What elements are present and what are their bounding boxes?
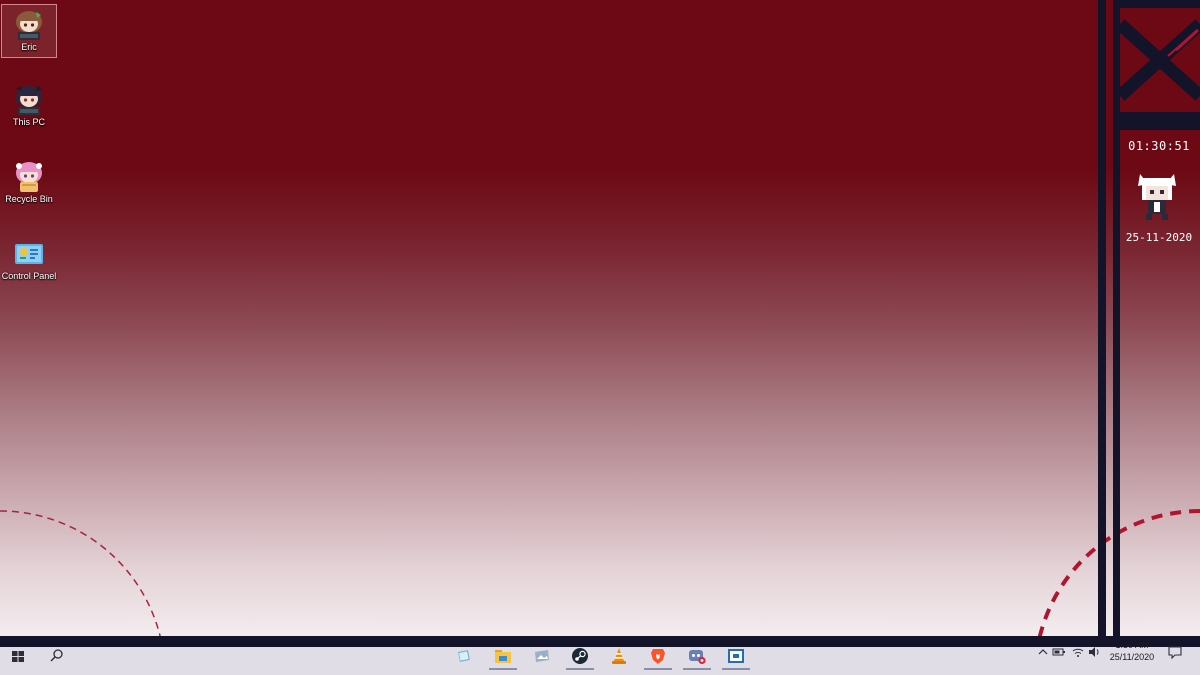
monitor-app-icon [728, 649, 744, 663]
volume-icon[interactable] [1088, 646, 1102, 658]
chevron-up-icon[interactable] [1036, 646, 1050, 658]
battery-icon[interactable] [1052, 646, 1066, 658]
taskbar-app-game-bar[interactable] [679, 642, 715, 670]
taskbar-app-brave[interactable] [640, 642, 676, 670]
tray-time: 1:30 AM [1115, 640, 1149, 650]
widget-clock: 01:30:51 [1128, 139, 1190, 153]
pixel-mascot-icon [1138, 174, 1176, 220]
vlc-icon [612, 648, 626, 664]
desktop-icon-label: Eric [21, 42, 37, 52]
taskbar-content: 1:30 AM 25/11/2020 [0, 637, 1200, 675]
tray-date: 25/11/2020 [1109, 652, 1155, 662]
control-panel-icon [15, 244, 43, 264]
windows-logo-icon [12, 651, 24, 662]
taskbar-app-steam[interactable] [562, 642, 598, 670]
wifi-icon[interactable] [1071, 646, 1085, 658]
taskbar-app-notepad[interactable] [446, 642, 482, 670]
search-button[interactable] [38, 642, 74, 670]
notification-icon[interactable] [1167, 645, 1183, 659]
desktop-icon-control-panel[interactable]: Control Panel [1, 234, 57, 288]
anime-girl-user-icon [16, 11, 42, 40]
tray-clock[interactable]: 1:30 AM 25/11/2020 [1104, 639, 1160, 663]
photos-icon [535, 650, 549, 662]
taskbar-app-photos[interactable] [524, 642, 560, 670]
notepad-icon [458, 650, 470, 662]
file-explorer-icon [495, 650, 511, 663]
search-icon [50, 649, 63, 662]
taskbar-app-monitor[interactable] [718, 642, 754, 670]
desktop[interactable]: Eric This PC Recycle Bin Control Panel 0… [0, 0, 1200, 675]
widget-date: 25-11-2020 [1125, 231, 1193, 244]
steam-icon [572, 648, 588, 664]
desktop-icon-label: Control Panel [1, 271, 57, 281]
desktop-icon-user[interactable]: Eric [1, 4, 57, 58]
taskbar-app-file-explorer[interactable] [485, 642, 521, 670]
start-button[interactable] [0, 642, 36, 670]
anime-girl-recycle-icon [16, 162, 42, 192]
wallpaper-decoration [0, 0, 1200, 675]
anime-girl-pc-icon [16, 86, 42, 115]
desktop-icon-label: This PC [12, 117, 45, 127]
taskbar-app-vlc[interactable] [601, 642, 637, 670]
desktop-icon-recycle-bin[interactable]: Recycle Bin [1, 157, 57, 211]
desktop-icon-this-pc[interactable]: This PC [1, 80, 57, 134]
brave-browser-icon [651, 649, 665, 664]
game-bar-icon [689, 650, 706, 665]
desktop-icon-label: Recycle Bin [5, 194, 53, 204]
